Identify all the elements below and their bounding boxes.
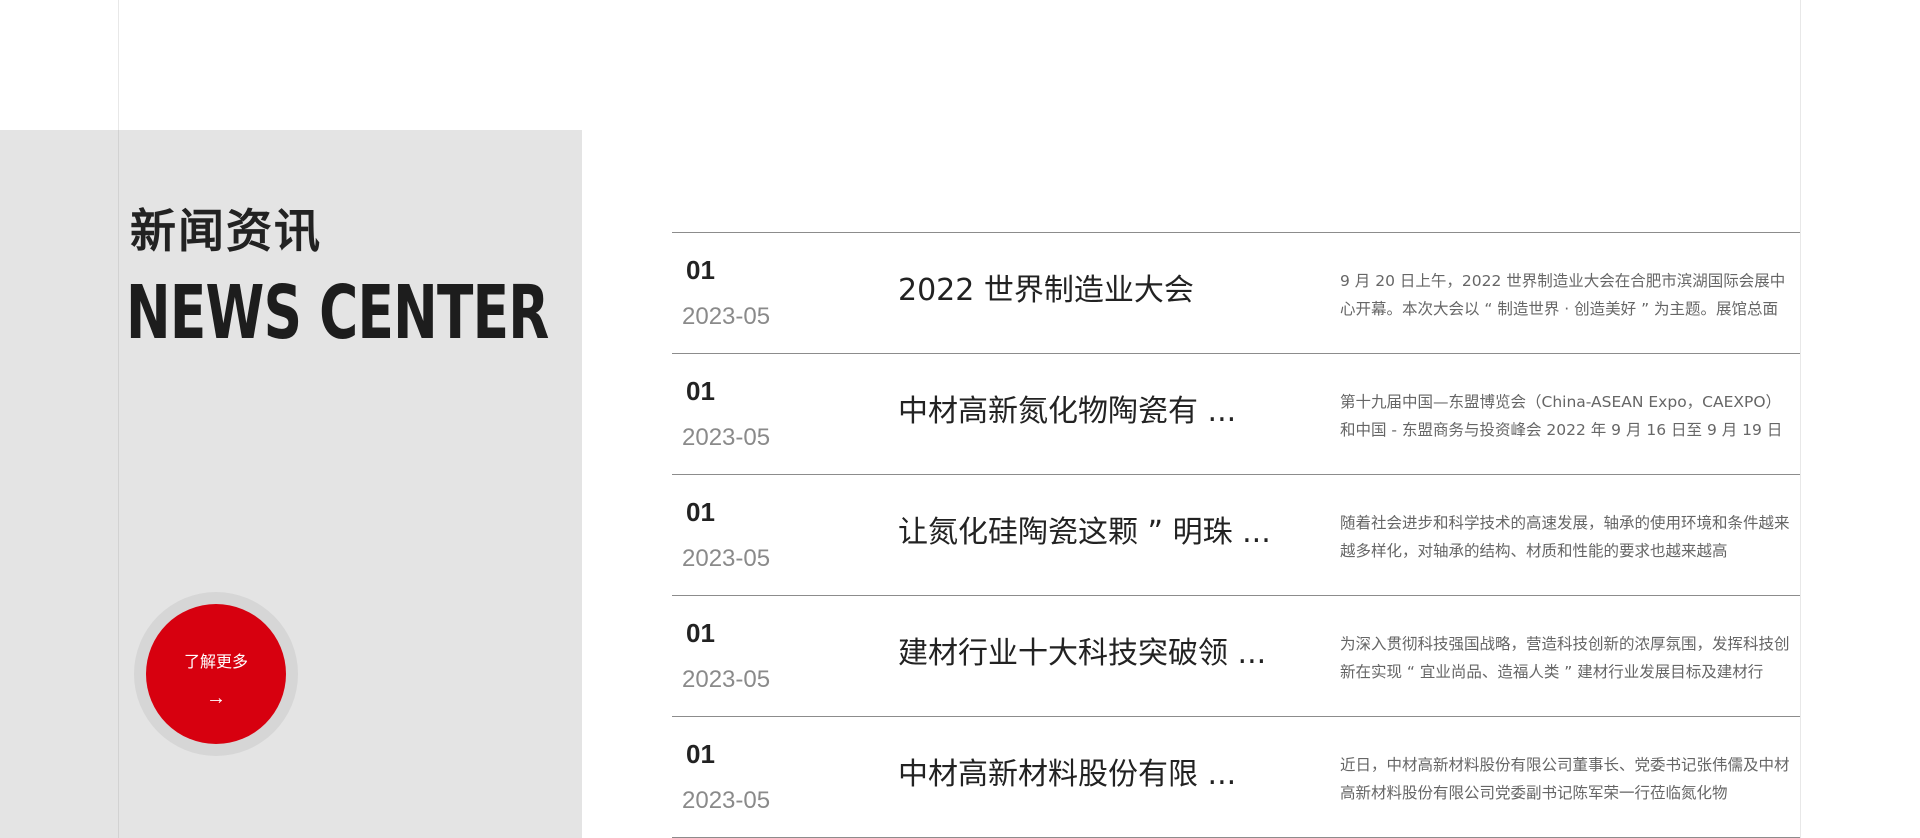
learn-more-button[interactable]: 了解更多 → [146, 604, 286, 744]
grid-line-right [1800, 0, 1801, 838]
arrow-right-icon: → [206, 687, 226, 709]
news-date: 2023-05 [682, 666, 771, 693]
news-day: 01 [686, 497, 715, 527]
news-title[interactable]: 让氮化硅陶瓷这颗 ” 明珠 ... [898, 515, 1271, 551]
news-summary: 近日，中材高新材料股份有限公司董事长、党委书记张伟儒及中材高新材料股份有限公司党… [1340, 756, 1790, 802]
news-item[interactable]: 01 2023-05 中材高新氮化物陶瓷有 ... 第十九届中国—东盟博览会（C… [672, 354, 1800, 475]
news-list: 01 2023-05 2022 世界制造业大会 9 月 20 日上午，2022 … [672, 232, 1800, 838]
news-date: 2023-05 [682, 787, 771, 814]
learn-more-label: 了解更多 [183, 652, 248, 671]
news-item[interactable]: 01 2023-05 2022 世界制造业大会 9 月 20 日上午，2022 … [672, 233, 1800, 354]
news-item[interactable]: 01 2023-05 中材高新材料股份有限 ... 近日，中材高新材料股份有限公… [672, 717, 1800, 838]
news-day: 01 [686, 739, 715, 769]
news-day: 01 [686, 255, 715, 285]
news-title[interactable]: 建材行业十大科技突破领 ... [898, 636, 1266, 672]
grid-line-panel [118, 130, 119, 838]
news-title[interactable]: 中材高新氮化物陶瓷有 ... [898, 394, 1236, 430]
news-summary: 9 月 20 日上午，2022 世界制造业大会在合肥市滨湖国际会展中心开幕。本次… [1340, 272, 1786, 318]
section-title-cn: 新闻资讯 [130, 204, 322, 258]
news-summary: 随着社会进步和科学技术的高速发展，轴承的使用环境和条件越来越多样化，对轴承的结构… [1340, 514, 1790, 560]
news-item[interactable]: 01 2023-05 建材行业十大科技突破领 ... 为深入贯彻科技强国战略，营… [672, 596, 1800, 717]
news-date: 2023-05 [682, 424, 771, 451]
news-day: 01 [686, 618, 715, 648]
news-title[interactable]: 2022 世界制造业大会 [898, 273, 1194, 309]
news-summary: 第十九届中国—东盟博览会（China-ASEAN Expo，CAEXPO）和中国… [1340, 393, 1783, 439]
news-item[interactable]: 01 2023-05 让氮化硅陶瓷这颗 ” 明珠 ... 随着社会进步和科学技术… [672, 475, 1800, 596]
page: 新闻资讯 NEWS CENTER 了解更多 → 01 2023-05 2022 … [0, 0, 1920, 838]
news-date: 2023-05 [682, 303, 771, 330]
news-title[interactable]: 中材高新材料股份有限 ... [898, 757, 1236, 793]
news-date: 2023-05 [682, 545, 771, 572]
section-title-en: NEWS CENTER [126, 270, 549, 356]
news-day: 01 [686, 376, 715, 406]
news-summary: 为深入贯彻科技强国战略，营造科技创新的浓厚氛围，发挥科技创新在实现 “ 宜业尚品… [1340, 635, 1790, 681]
